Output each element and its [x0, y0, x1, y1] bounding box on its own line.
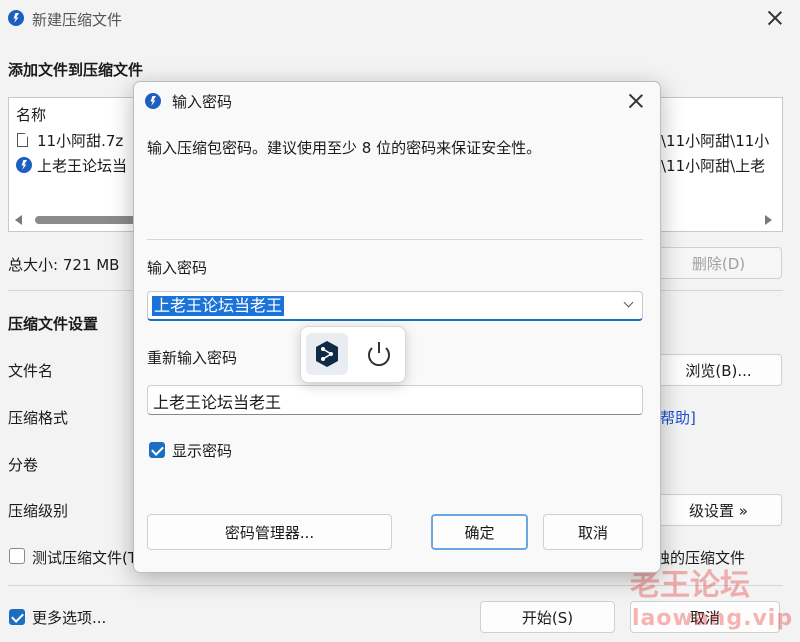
reenter-password-input[interactable]: 上老王论坛当老王: [147, 385, 643, 415]
floating-toolbar: [300, 326, 406, 383]
scroll-left-icon[interactable]: [15, 215, 22, 225]
password-manager-button[interactable]: 密码管理器...: [147, 514, 392, 550]
list-item-name: 11小阿甜.7z: [37, 132, 124, 150]
list-item-path: \11小阿甜\上老: [661, 157, 766, 175]
password-input-value: 上老王论坛当老王: [152, 296, 285, 316]
window-title: 新建压缩文件: [32, 11, 123, 29]
list-item-path: \11小阿甜\11小: [661, 132, 770, 150]
scrollbar-thumb[interactable]: [35, 216, 145, 224]
more-options-label: 更多选项...: [32, 609, 107, 627]
app-logo-icon: [8, 10, 24, 26]
start-button[interactable]: 开始(S): [480, 601, 615, 633]
label-filename: 文件名: [8, 362, 54, 380]
more-options-checkbox[interactable]: [9, 609, 25, 625]
show-password-label: 显示密码: [172, 442, 233, 460]
deepl-icon: [316, 341, 338, 367]
window-close-icon[interactable]: [767, 10, 783, 26]
list-item-name: 上老王论坛当: [37, 157, 128, 175]
reenter-label: 重新输入密码: [147, 349, 238, 367]
list-header-name[interactable]: 名称: [16, 104, 46, 125]
divider: [147, 239, 643, 240]
dialog-description: 输入压缩包密码。建议使用至少 8 位的密码来保证安全性。: [147, 139, 542, 157]
dialog-cancel-button[interactable]: 取消: [543, 514, 643, 550]
dialog-title: 输入密码: [172, 93, 233, 111]
chevron-down-icon[interactable]: [623, 297, 634, 308]
dialog-close-icon[interactable]: [628, 93, 644, 109]
password-label: 输入密码: [147, 259, 208, 277]
test-archive-label: 测试压缩文件(T): [32, 549, 143, 567]
label-split: 分卷: [8, 456, 39, 474]
help-link[interactable]: 帮助]: [660, 407, 696, 428]
power-button[interactable]: [358, 333, 400, 375]
label-format: 压缩格式: [8, 409, 69, 427]
power-icon: [368, 342, 390, 367]
test-archive-checkbox[interactable]: [9, 548, 25, 564]
password-combobox[interactable]: 上老王论坛当老王: [147, 291, 643, 321]
total-size: 总大小: 721 MB: [8, 256, 120, 274]
section-settings-title: 压缩文件设置: [8, 315, 99, 333]
delete-button[interactable]: 删除(D): [655, 247, 782, 279]
ok-button[interactable]: 确定: [431, 514, 528, 550]
archive-app-icon: [16, 157, 32, 173]
section-add-title: 添加文件到压缩文件: [8, 61, 144, 79]
deepl-button[interactable]: [306, 333, 348, 375]
scroll-right-icon[interactable]: [765, 215, 772, 225]
show-password-checkbox[interactable]: [149, 442, 165, 458]
label-level: 压缩级别: [8, 502, 69, 520]
file-icon: [17, 133, 28, 147]
advanced-settings-button[interactable]: 级设置 »: [655, 494, 782, 526]
watermark-url: laowang.vip: [632, 606, 794, 631]
dialog-app-icon: [145, 93, 161, 109]
browse-button[interactable]: 浏览(B)...: [655, 354, 782, 386]
